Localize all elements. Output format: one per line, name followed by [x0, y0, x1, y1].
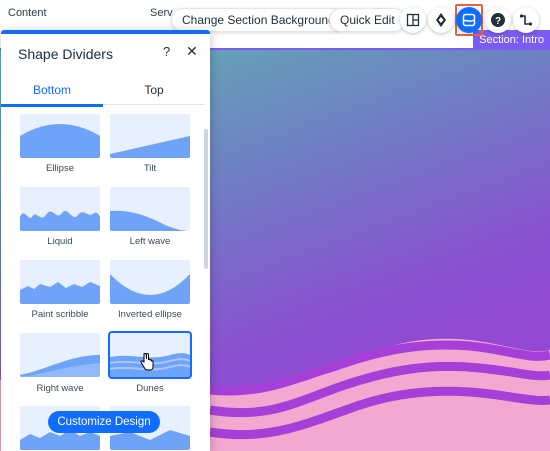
connect-icon	[519, 14, 533, 26]
animation-button[interactable]	[428, 7, 454, 33]
divider-tile-paint-scribble[interactable]	[20, 260, 100, 304]
animation-icon	[436, 13, 446, 27]
panel-close-button[interactable]: ✕	[186, 43, 198, 60]
panel-title: Shape Dividers	[18, 46, 113, 62]
dividers-icon	[462, 13, 476, 27]
divider-label: Right wave	[36, 383, 84, 394]
divider-label: Left wave	[129, 236, 171, 247]
divider-label: Ellipse	[46, 163, 74, 174]
divider-tile-inverted-ellipse[interactable]	[110, 260, 190, 304]
divider-tile-right-wave[interactable]	[20, 333, 100, 377]
connect-button[interactable]	[513, 7, 539, 33]
customize-design-button[interactable]: Customize Design	[48, 411, 160, 433]
shape-dividers-button[interactable]	[456, 7, 482, 33]
divider-tile-left-wave[interactable]	[110, 187, 190, 231]
divider-grid: Ellipse Tilt Liquid Left wave Paint scri…	[1, 107, 210, 451]
tab-top[interactable]: Top	[103, 77, 205, 105]
help-icon: ?	[491, 13, 505, 27]
shape-dividers-panel: Shape Dividers ? ✕ Bottom Top Ellipse Ti…	[1, 30, 210, 451]
site-nav-item[interactable]: Content	[8, 7, 47, 19]
divider-tile-liquid[interactable]	[20, 187, 100, 231]
divider-label: Dunes	[136, 383, 164, 394]
help-button[interactable]: ?	[485, 7, 511, 33]
divider-tile-tilt[interactable]	[110, 114, 190, 158]
panel-scrollbar[interactable]	[204, 129, 208, 269]
divider-tile-ellipse[interactable]	[20, 114, 100, 158]
layout-icon	[406, 13, 420, 27]
divider-label: Inverted ellipse	[118, 309, 182, 320]
layout-button[interactable]	[400, 7, 426, 33]
change-section-background-button[interactable]: Change Section Background	[171, 8, 346, 32]
panel-help-button[interactable]: ?	[163, 44, 170, 59]
site-nav-item[interactable]: Serv	[150, 7, 173, 19]
divider-label: Liquid	[47, 236, 73, 247]
hand-cursor-icon	[140, 353, 154, 371]
divider-label: Tilt	[143, 163, 157, 174]
divider-label: Paint scribble	[31, 309, 89, 320]
section-label[interactable]: Section: Intro	[473, 30, 550, 50]
tab-bottom[interactable]: Bottom	[1, 77, 103, 107]
svg-text:?: ?	[495, 16, 501, 27]
quick-edit-button[interactable]: Quick Edit	[329, 8, 406, 32]
